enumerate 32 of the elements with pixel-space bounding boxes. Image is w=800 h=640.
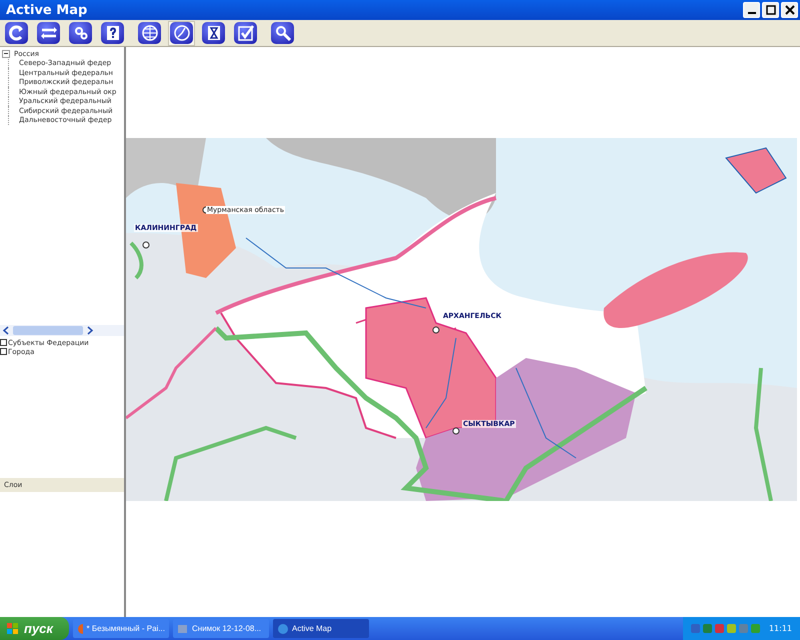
- toolbar-button[interactable]: [35, 20, 62, 46]
- toolbar-button[interactable]: [200, 20, 227, 46]
- toolbar-button[interactable]: [3, 20, 30, 46]
- horizontal-scrollbar[interactable]: [0, 325, 124, 336]
- expander-icon[interactable]: [2, 50, 10, 58]
- close-icon: [784, 5, 794, 15]
- maximize-icon: [766, 5, 776, 15]
- toolbar-button[interactable]: [168, 20, 195, 46]
- taskbar-button[interactable]: * Безымянный - Pai...: [73, 619, 169, 638]
- scrollbar-thumb[interactable]: [13, 326, 83, 335]
- globe-icon: [277, 622, 289, 634]
- maximize-button[interactable]: [762, 2, 779, 18]
- taskbar-button[interactable]: Снимок 12-12-08...: [173, 619, 269, 638]
- minimize-button[interactable]: [743, 2, 760, 18]
- toolbar-button[interactable]: [99, 20, 126, 46]
- checkmark-icon: [236, 23, 256, 43]
- windows-logo-icon: [6, 622, 20, 636]
- app-icon: [177, 622, 189, 634]
- start-button[interactable]: пуск: [0, 617, 69, 640]
- clock-text: 11:11: [768, 624, 792, 633]
- checkbox[interactable]: [0, 348, 7, 355]
- close-button[interactable]: [781, 2, 798, 18]
- toolbar-button[interactable]: [232, 20, 259, 46]
- window-title: Active Map: [6, 2, 88, 18]
- app-icon: [77, 622, 84, 634]
- taskbar-button[interactable]: Active Map: [273, 619, 369, 638]
- toolbar-button[interactable]: [269, 20, 296, 46]
- toolbar-button[interactable]: [136, 20, 163, 46]
- toolbar-button[interactable]: [67, 20, 94, 46]
- globe-icon: [140, 23, 160, 43]
- checkbox[interactable]: [0, 339, 7, 346]
- minimize-icon: [748, 12, 756, 14]
